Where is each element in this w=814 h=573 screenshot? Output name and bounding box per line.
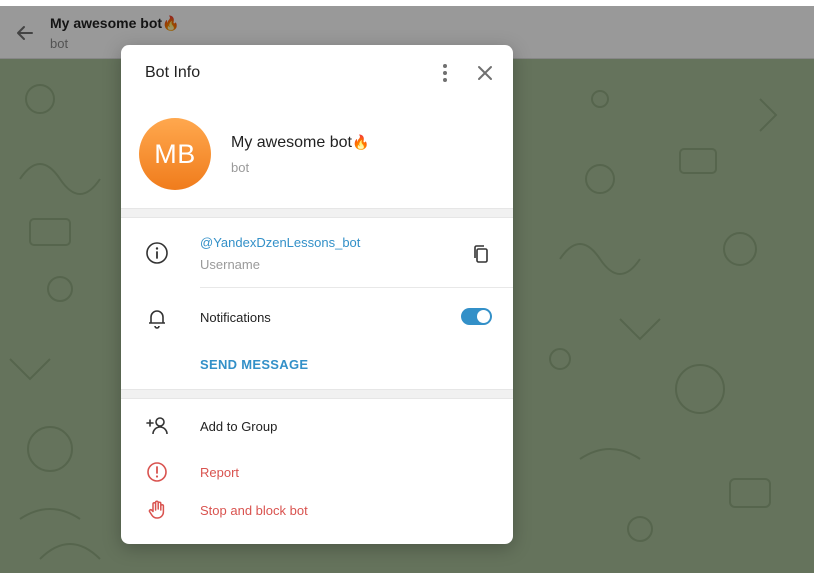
username-link[interactable]: @YandexDzenLessons_bot [200,235,360,250]
stop-and-block-bot-button[interactable]: Stop and block bot [200,503,308,518]
add-user-icon [145,414,169,438]
info-icon [145,241,169,265]
send-message-button[interactable]: SEND MESSAGE [200,357,308,372]
modal-title: Bot Info [145,64,201,81]
report-button[interactable]: Report [200,465,239,480]
section-separator [121,208,513,218]
bot-info-modal: Bot Info MB My awesome bot🔥 bot @YandexD… [121,45,513,544]
add-to-group-button[interactable]: Add to Group [200,419,277,434]
row-divider [200,287,513,288]
bot-name: My awesome bot🔥 [231,134,370,151]
username-label: Username [200,257,260,272]
copy-icon[interactable] [470,243,492,265]
more-vertical-icon[interactable] [433,61,457,85]
notifications-toggle[interactable] [461,308,492,325]
notifications-label: Notifications [200,310,271,325]
bell-icon [145,306,169,330]
avatar: MB [139,118,211,190]
report-icon [145,460,169,484]
toggle-knob [477,310,490,323]
hand-stop-icon [145,498,169,522]
bot-subtitle: bot [231,160,250,175]
section-separator [121,389,513,399]
close-icon[interactable] [473,61,497,85]
